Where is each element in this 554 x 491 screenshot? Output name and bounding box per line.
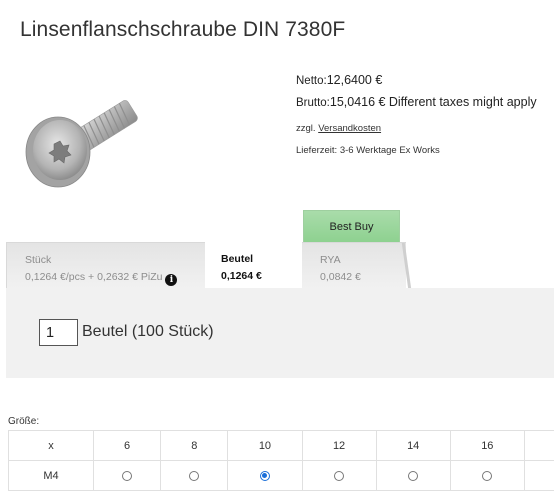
tab-price: 0,1264 € [221, 270, 262, 282]
screw-image [20, 72, 148, 197]
brutto-price: Brutto:15,0416 € Different taxes might a… [296, 95, 537, 109]
shipping-costs-link[interactable]: Versandkosten [318, 123, 381, 134]
table-header-cell: 14 [375, 430, 451, 461]
size-radio-m4x14[interactable] [408, 470, 419, 481]
tab-rya[interactable]: RYA 0,0842 € [302, 242, 406, 288]
size-radio-m4x10[interactable] [259, 470, 270, 481]
table-header-cell: x [8, 430, 94, 461]
table-header-cell: 8 [160, 430, 229, 461]
quantity-unit: Beutel (100 Stück) [82, 323, 214, 340]
table-header-cell [523, 430, 554, 461]
tab-price: 0,0842 € [320, 271, 361, 283]
shipping-info: zzgl. Versandkosten [296, 123, 382, 134]
info-icon[interactable]: i [165, 274, 178, 286]
table-header-cell: 10 [227, 430, 303, 461]
size-radio-m4x6[interactable] [122, 470, 133, 481]
tab-label: Beutel [221, 253, 254, 265]
delivery-time: Lieferzeit: 3-6 Werktage Ex Works [296, 145, 440, 156]
size-radio-m4x12[interactable] [334, 470, 345, 481]
tab-label: RYA [320, 254, 341, 266]
size-radio-m4x8[interactable] [189, 470, 200, 481]
tab-price: 0,1264 €/pcs + 0,2632 € PiZu i [25, 271, 206, 286]
tab-beutel[interactable]: Beutel 0,1264 € [205, 242, 304, 288]
table-header-cell: 12 [301, 430, 377, 461]
page-title: Linsenflanschschraube DIN 7380F [20, 18, 346, 41]
table-row: M4 [8, 460, 554, 491]
netto-price: Netto:12,6400 € [296, 73, 383, 87]
row-label: M4 [8, 460, 94, 491]
tax-note: Different taxes might apply [388, 95, 537, 109]
size-radio-m4x16[interactable] [482, 470, 493, 481]
quantity-input[interactable] [39, 319, 78, 346]
tab-label: Stück [25, 254, 52, 266]
size-table: x 6 8 10 12 14 16 M4 [8, 430, 554, 491]
size-label: Größe: [8, 416, 40, 427]
best-buy-badge: Best Buy [303, 210, 400, 242]
tab-stueck[interactable]: Stück 0,1264 €/pcs + 0,2632 € PiZu i [6, 242, 206, 288]
quantity-panel: Beutel (100 Stück) [6, 288, 554, 378]
table-header-row: x 6 8 10 12 14 16 [8, 430, 554, 461]
table-header-cell: 16 [449, 430, 525, 461]
table-header-cell: 6 [92, 430, 162, 461]
